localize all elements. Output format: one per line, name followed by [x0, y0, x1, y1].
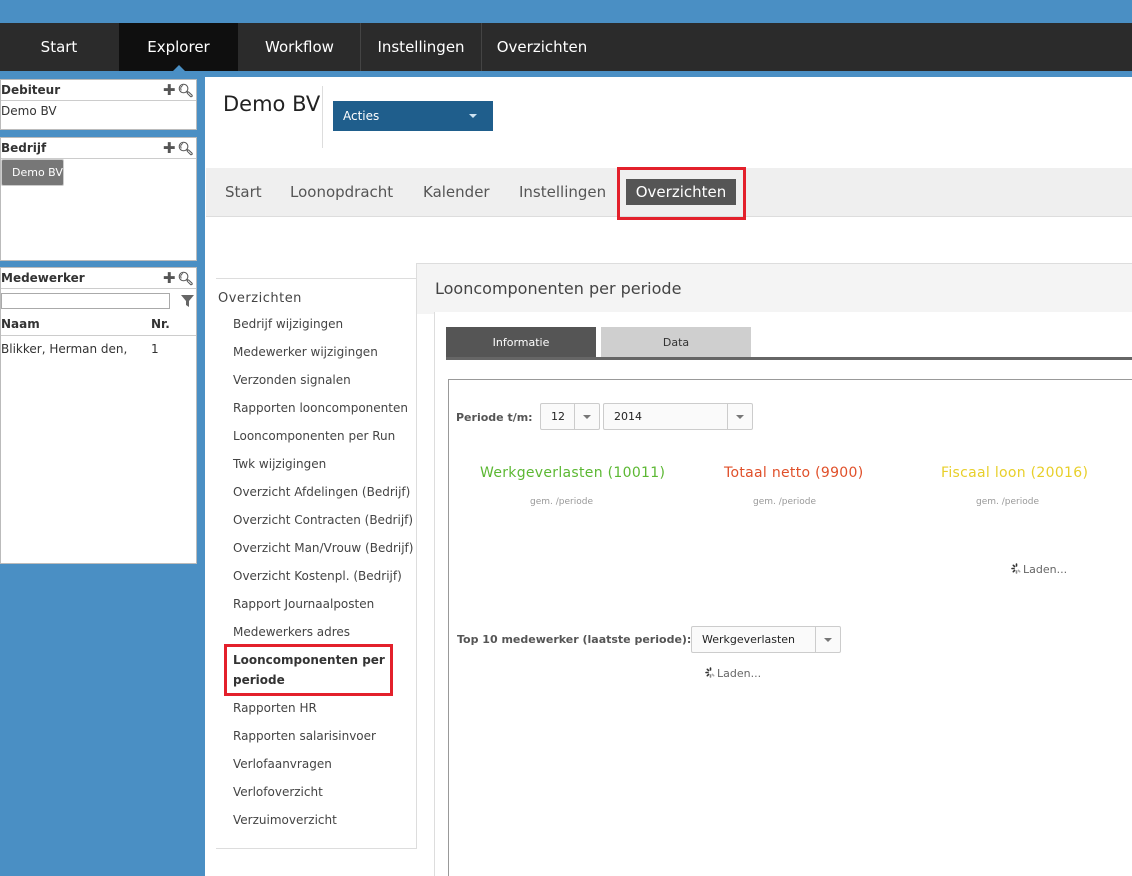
subnav-loonopdracht[interactable]: Loonopdracht [290, 183, 393, 201]
debiteur-row[interactable]: Demo BV [1, 101, 196, 122]
header-divider [322, 86, 323, 148]
kpi-totaal-netto: Totaal netto (9900) [724, 465, 864, 481]
kpi-fiscaal-loon: Fiscaal loon (20016) [941, 465, 1089, 481]
topnav-explorer[interactable]: Explorer [119, 23, 238, 71]
chevron-down-icon [469, 114, 477, 118]
subnav-instellingen[interactable]: Instellingen [519, 183, 606, 201]
loading-indicator: Laden... [1011, 563, 1067, 576]
kpi-sub: gem. /periode [753, 497, 816, 507]
acties-dropdown[interactable]: Acties [333, 101, 493, 131]
periode-year-select[interactable]: 2014 [603, 403, 753, 430]
chevron-down-icon [574, 404, 599, 429]
menu-item[interactable]: Verlofoverzicht [233, 782, 323, 802]
active-caret [172, 65, 186, 72]
bedrijf-title: Bedrijf [1, 141, 47, 155]
medewerker-title: Medewerker [1, 271, 85, 285]
menu-item[interactable]: Verzuimoverzicht [233, 810, 337, 830]
bedrijf-name: Demo BV [12, 166, 63, 179]
topnav-overzichten[interactable]: Overzichten [482, 23, 602, 71]
menu-item[interactable]: Overzicht Man/Vrouw (Bedrijf) [233, 538, 413, 558]
medewerker-name: Blikker, Herman den, [1, 342, 128, 356]
medewerker-panel: Medewerker ✚ 🔍︎ Naam Nr. Blikker, Herman … [0, 267, 197, 564]
menu-item[interactable]: Verlofaanvragen [233, 754, 332, 774]
menu-item[interactable]: Overzicht Afdelingen (Bedrijf) [233, 482, 410, 502]
menu-title: Overzichten [218, 291, 302, 306]
chevron-down-icon [815, 627, 840, 652]
loading-text: Laden... [1023, 563, 1068, 576]
kpi-sub: gem. /periode [530, 497, 593, 507]
bedrijf-row[interactable]: Demo BV 1 [1, 159, 177, 186]
top-nav: Start Explorer Workflow Instellingen Ove… [0, 23, 1132, 71]
topnav-start[interactable]: Start [0, 23, 118, 71]
debiteur-name: Demo BV [1, 104, 57, 118]
subnav-start[interactable]: Start [225, 183, 262, 201]
add-medewerker-icon[interactable]: ✚ [163, 269, 176, 287]
company-name: Demo BV [223, 92, 321, 116]
chevron-down-icon [727, 404, 752, 429]
bedrijf-panel: Bedrijf ✚ 🔍︎ Demo BV 1 [0, 137, 197, 261]
debiteur-panel: Debiteur ✚ 🔍︎ Demo BV [0, 79, 197, 130]
periode-month-select[interactable]: 12 [540, 403, 600, 430]
menu-item[interactable]: Overzicht Kostenpl. (Bedrijf) [233, 566, 402, 586]
medewerker-row[interactable]: Blikker, Herman den, 1 [1, 342, 196, 360]
loading-indicator: Laden... [705, 667, 761, 680]
medewerker-nr: 1 [151, 342, 159, 356]
col-naam: Naam [1, 317, 40, 331]
bedrijf-header: Bedrijf ✚ 🔍︎ [1, 138, 196, 159]
add-debiteur-icon[interactable]: ✚ [163, 81, 176, 99]
menu-item[interactable]: Bedrijf wijzigingen [233, 314, 343, 334]
search-bedrijf-icon[interactable]: 🔍︎ [177, 142, 194, 157]
topnav-workflow[interactable]: Workflow [239, 23, 361, 71]
menu-divider [216, 848, 416, 849]
top10-label: Top 10 medewerker (laatste periode): [457, 633, 692, 646]
divider [1, 335, 196, 336]
menu-item[interactable]: Twk wijzigingen [233, 454, 326, 474]
spinner-icon [1011, 563, 1022, 574]
bedrijf-nr: 1 [170, 166, 177, 179]
highlight-box-subnav [617, 167, 746, 220]
menu-item[interactable]: Rapporten salarisinvoer [233, 726, 376, 746]
debiteur-header: Debiteur ✚ 🔍︎ [1, 80, 196, 101]
tab-data[interactable]: Data [601, 327, 751, 358]
tab-underline [446, 357, 1132, 360]
search-debiteur-icon[interactable]: 🔍︎ [177, 84, 194, 99]
filter-icon[interactable] [180, 294, 195, 308]
spinner-icon [705, 667, 716, 678]
add-bedrijf-icon[interactable]: ✚ [163, 139, 176, 157]
acties-label: Acties [343, 109, 380, 123]
menu-item[interactable]: Medewerkers adres [233, 622, 350, 642]
content-title: Looncomponenten per periode [435, 279, 682, 298]
debiteur-title: Debiteur [1, 83, 61, 97]
kpi-werkgeverlasten: Werkgeverlasten (10011) [480, 465, 666, 481]
menu-item[interactable]: Rapport Journaalposten [233, 594, 374, 614]
topnav-instellingen[interactable]: Instellingen [361, 23, 482, 71]
periode-month-value: 12 [551, 410, 565, 423]
top10-select[interactable]: Werkgeverlasten [691, 626, 841, 653]
menu-item[interactable]: Rapporten HR [233, 698, 317, 718]
tab-informatie[interactable]: Informatie [446, 327, 596, 358]
menu-item[interactable]: Verzonden signalen [233, 370, 351, 390]
search-medewerker-icon[interactable]: 🔍︎ [177, 272, 194, 287]
col-nr: Nr. [151, 317, 170, 331]
kpi-sub: gem. /periode [976, 497, 1039, 507]
medewerker-header: Medewerker ✚ 🔍︎ [1, 268, 196, 289]
highlight-box-menu [224, 644, 393, 696]
menu-item[interactable]: Looncomponenten per Run [233, 426, 395, 446]
medewerker-search-input[interactable] [1, 293, 170, 309]
top10-value: Werkgeverlasten [702, 633, 796, 646]
menu-item[interactable]: Medewerker wijzigingen [233, 342, 378, 362]
loading-text: Laden... [717, 667, 762, 680]
subnav-kalender[interactable]: Kalender [423, 183, 490, 201]
menu-item[interactable]: Overzicht Contracten (Bedrijf) [233, 510, 413, 530]
menu-item[interactable]: Rapporten looncomponenten [233, 398, 408, 418]
periode-year-value: 2014 [614, 410, 642, 423]
periode-label: Periode t/m: [456, 411, 533, 424]
top-strip [0, 0, 1132, 23]
